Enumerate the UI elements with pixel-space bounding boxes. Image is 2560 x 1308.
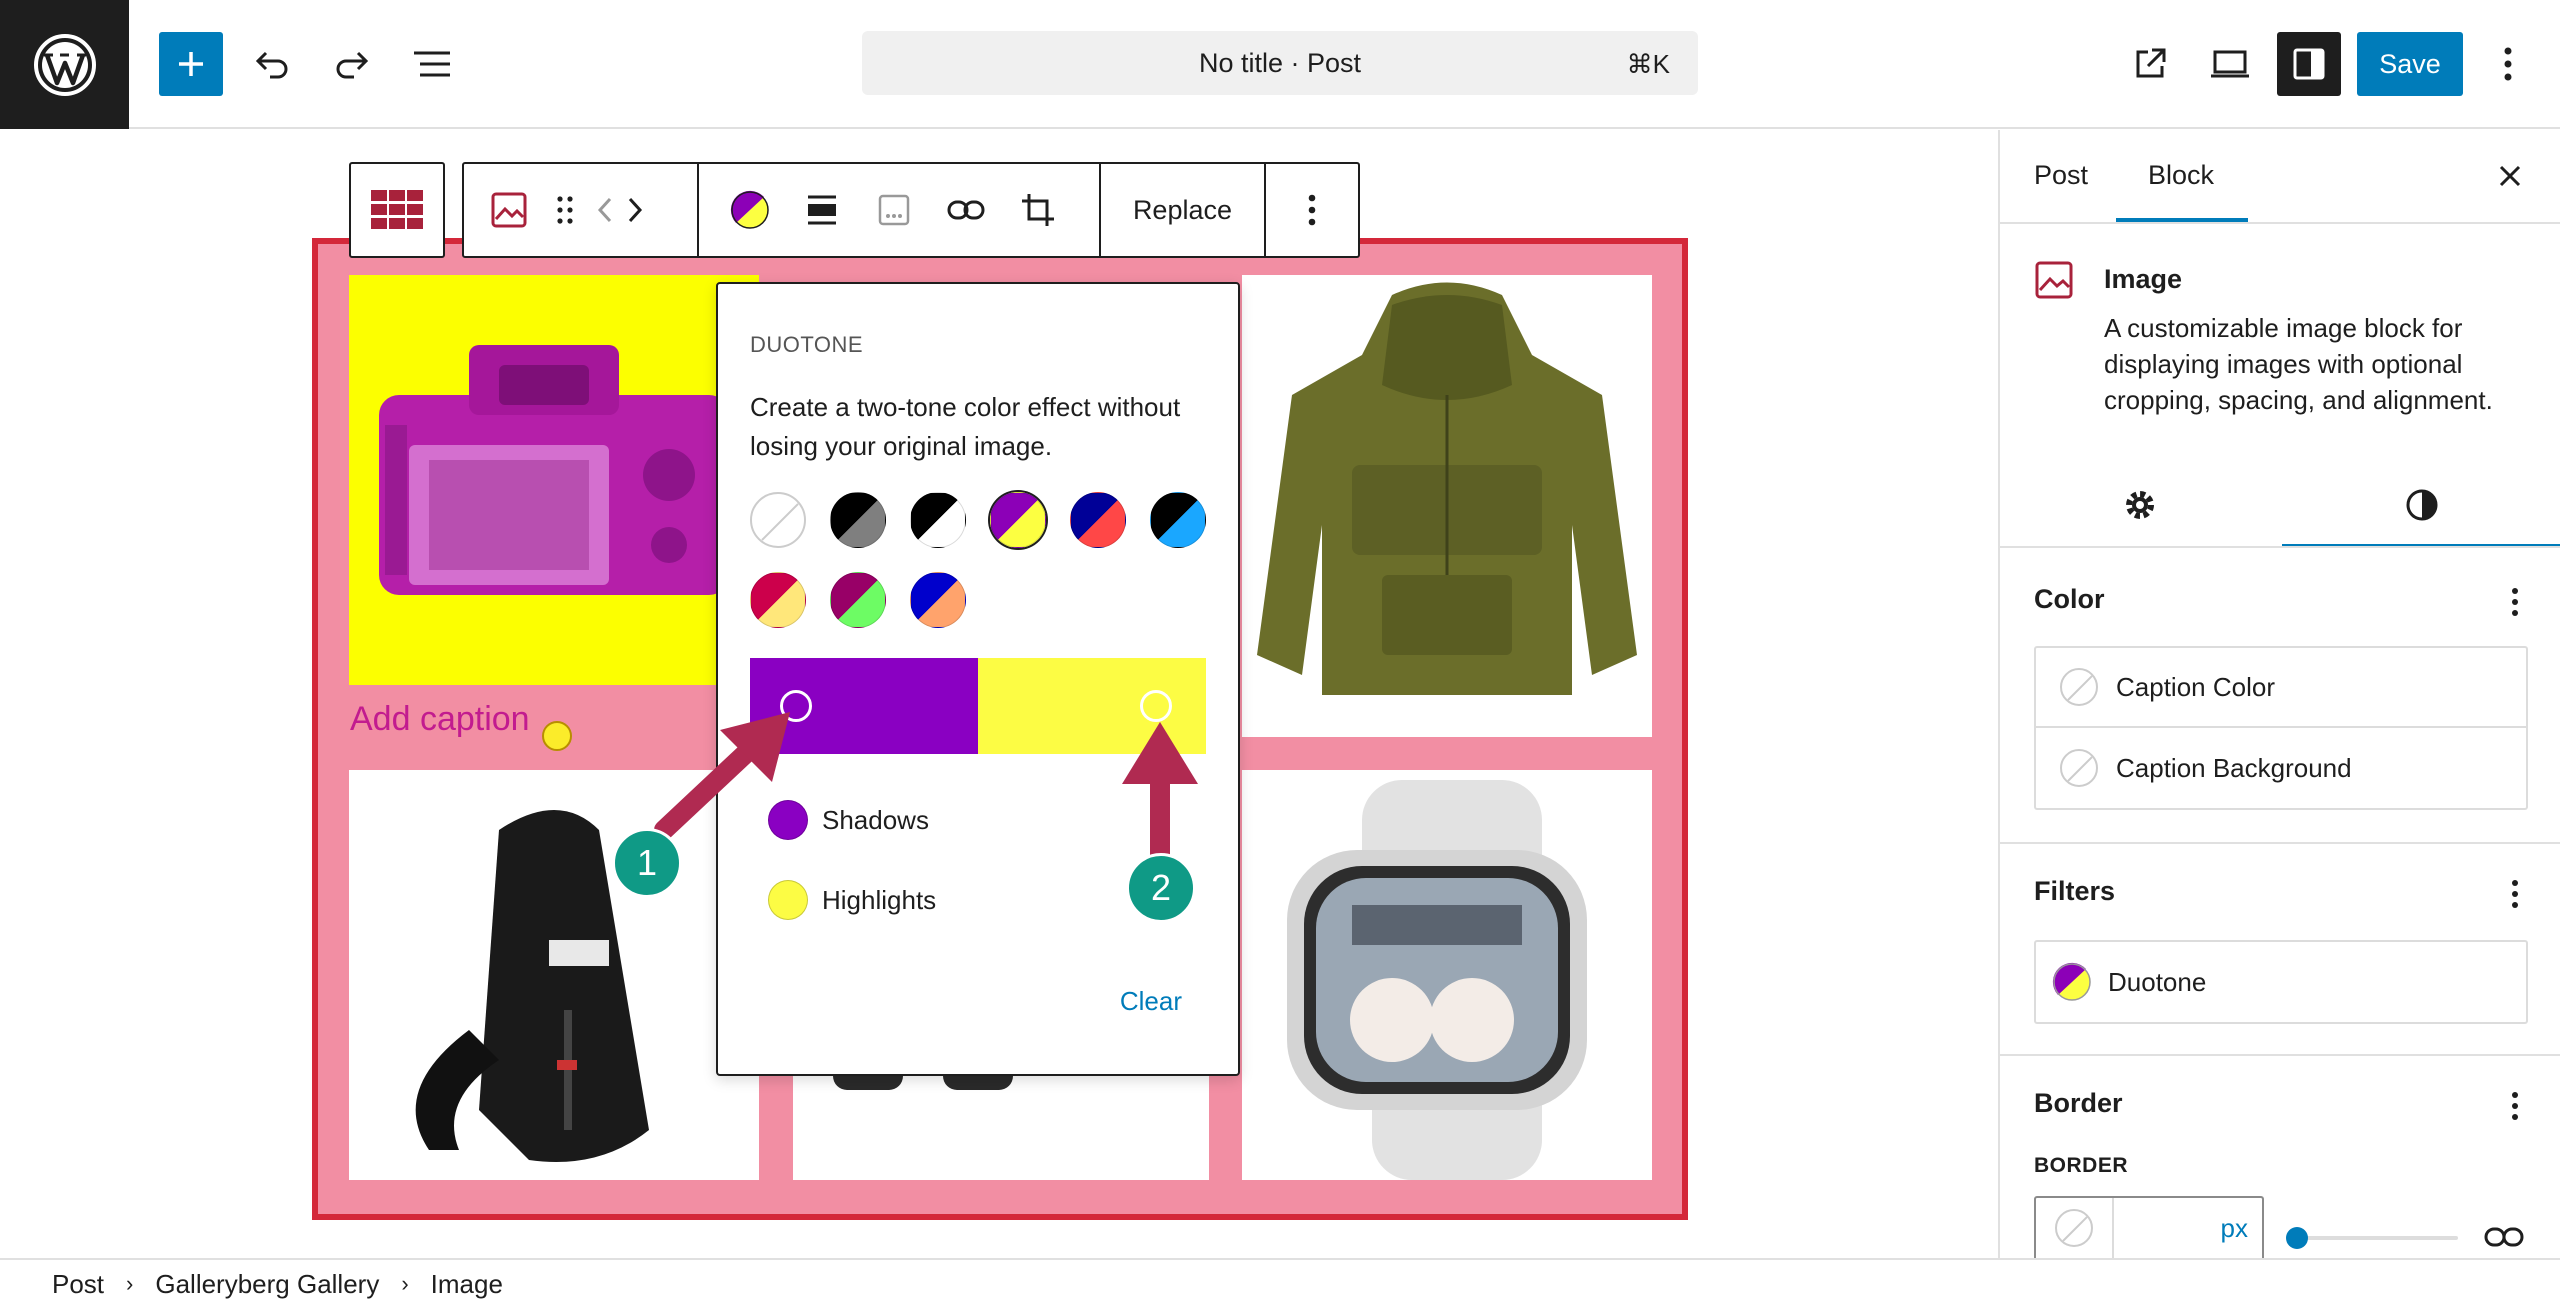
border-slider-track[interactable] bbox=[2290, 1236, 2458, 1240]
caption-background-label: Caption Background bbox=[2116, 752, 2352, 783]
unlink-sides-button[interactable] bbox=[2484, 1224, 2524, 1250]
breadcrumb-item-post[interactable]: Post bbox=[52, 1269, 104, 1300]
caption-background-control[interactable]: Caption Background bbox=[2036, 728, 2526, 808]
duotone-swatch-icon bbox=[2052, 962, 2091, 1001]
more-vertical-icon bbox=[2512, 1092, 2518, 1120]
border-width-control[interactable]: px bbox=[2034, 1196, 2264, 1258]
filters-panel-title: Filters bbox=[2034, 876, 2116, 906]
border-sublabel: BORDER bbox=[2034, 1154, 2129, 1177]
link-icon bbox=[2484, 1227, 2524, 1247]
duotone-label: Duotone bbox=[2108, 966, 2207, 997]
caption-color-label: Caption Color bbox=[2116, 671, 2275, 702]
border-color-button[interactable] bbox=[2036, 1198, 2114, 1258]
arrow-2-head bbox=[1122, 722, 1198, 784]
close-icon bbox=[2499, 165, 2521, 187]
empty-color-swatch bbox=[2055, 1209, 2093, 1247]
tab-settings[interactable] bbox=[2000, 470, 2280, 540]
step-marker-2: 2 bbox=[1126, 853, 1196, 923]
empty-color-swatch bbox=[2060, 749, 2098, 787]
tab-post[interactable]: Post bbox=[2034, 160, 2088, 191]
close-sidebar-button[interactable] bbox=[2492, 158, 2528, 194]
more-vertical-icon bbox=[2512, 588, 2518, 616]
tab-styles[interactable] bbox=[2282, 470, 2560, 540]
border-panel-title: Border bbox=[2034, 1088, 2123, 1118]
contrast-icon bbox=[2406, 489, 2438, 521]
settings-sidebar: Post Block Image A customizable image bl… bbox=[1998, 130, 2560, 1258]
border-unit[interactable]: px bbox=[2114, 1198, 2262, 1258]
filters-panel-options[interactable] bbox=[2500, 874, 2530, 914]
color-panel-options[interactable] bbox=[2500, 582, 2530, 622]
block-card-description: A customizable image block for displayin… bbox=[2104, 313, 2493, 415]
caption-color-control[interactable]: Caption Color bbox=[2036, 648, 2526, 728]
color-tools: Caption Color Caption Background bbox=[2034, 646, 2528, 810]
duotone-control[interactable]: Duotone bbox=[2036, 942, 2526, 1022]
step-marker-1: 1 bbox=[612, 828, 682, 898]
tab-block[interactable]: Block bbox=[2148, 160, 2214, 191]
gear-icon bbox=[2126, 491, 2154, 519]
more-vertical-icon bbox=[2512, 880, 2518, 908]
breadcrumb-item-image[interactable]: Image bbox=[431, 1269, 503, 1300]
empty-color-swatch bbox=[2060, 668, 2098, 706]
breadcrumb-item-gallery[interactable]: Galleryberg Gallery bbox=[155, 1269, 379, 1300]
color-panel-title: Color bbox=[2034, 584, 2105, 614]
border-slider-thumb[interactable] bbox=[2286, 1227, 2308, 1249]
block-card-title: Image bbox=[2104, 264, 2183, 294]
block-breadcrumb: Post › Galleryberg Gallery › Image bbox=[0, 1258, 2560, 1308]
filter-tools: Duotone bbox=[2034, 940, 2528, 1024]
image-icon bbox=[2035, 261, 2073, 299]
chevron-right-icon: › bbox=[126, 1271, 134, 1296]
block-card-icon bbox=[2034, 260, 2074, 300]
chevron-right-icon: › bbox=[401, 1271, 409, 1296]
border-panel-options[interactable] bbox=[2500, 1086, 2530, 1126]
